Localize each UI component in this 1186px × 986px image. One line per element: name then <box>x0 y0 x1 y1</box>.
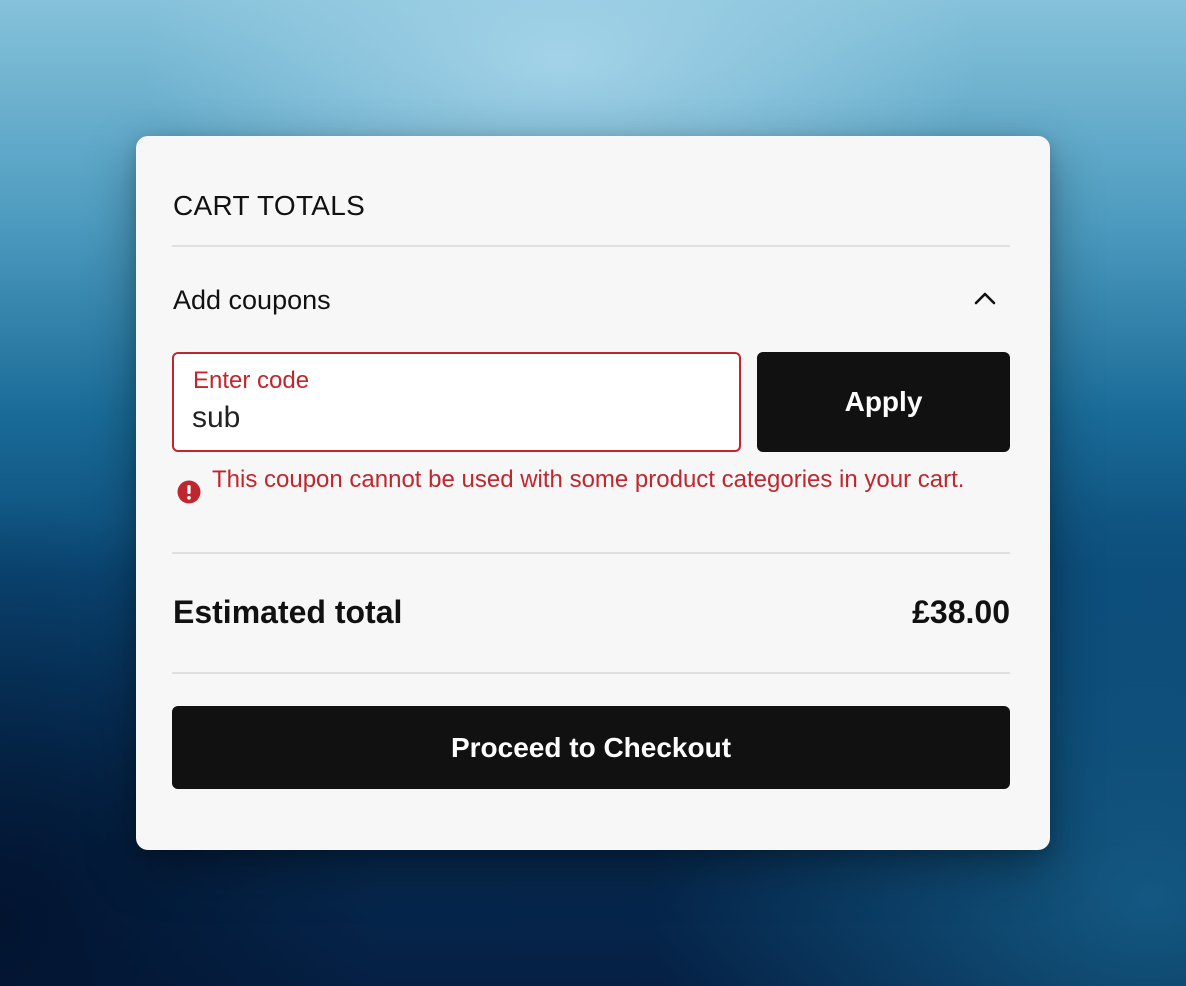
add-coupons-toggle[interactable]: Add coupons <box>172 276 1010 326</box>
cart-totals-title: CART TOTALS <box>173 190 366 221</box>
coupon-code-field[interactable]: Enter code <box>172 352 741 452</box>
apply-coupon-button[interactable]: Apply <box>757 352 1010 452</box>
proceed-to-checkout-button[interactable]: Proceed to Checkout <box>172 706 1010 789</box>
coupon-error-text: This coupon cannot be used with some pro… <box>212 466 965 493</box>
chevron-up-icon[interactable] <box>972 288 998 308</box>
coupon-code-label: Enter code <box>193 367 310 394</box>
divider <box>172 552 1010 554</box>
divider <box>172 672 1010 674</box>
estimated-total-value: £38.00 <box>912 594 1010 630</box>
error-circle-icon <box>177 480 201 504</box>
add-coupons-label: Add coupons <box>173 285 331 315</box>
divider <box>172 245 1010 247</box>
coupon-code-input[interactable] <box>192 398 712 438</box>
cart-totals-card: CART TOTALS Add coupons Enter code Apply… <box>136 136 1050 850</box>
estimated-total-label: Estimated total <box>173 594 403 630</box>
